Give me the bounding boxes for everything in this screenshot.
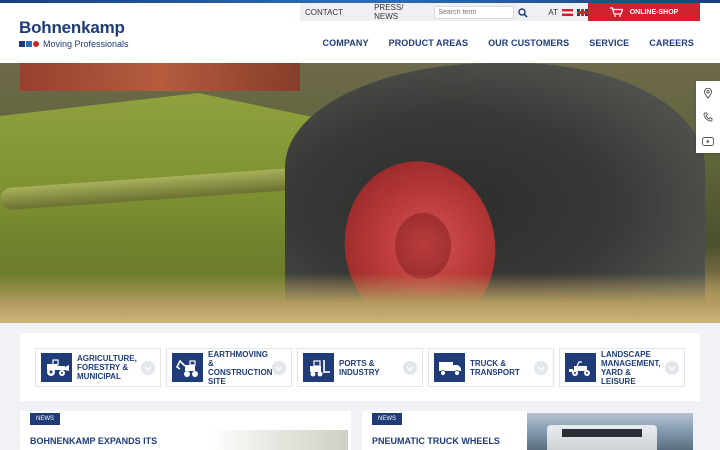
brand-tagline: Moving Professionals — [43, 39, 129, 49]
nav-careers[interactable]: CAREERS — [649, 38, 694, 48]
news-badge: NEWS — [30, 413, 60, 425]
contact-link[interactable]: CONTACT — [305, 8, 343, 17]
side-toolbar — [696, 81, 720, 153]
chevron-down-icon — [665, 361, 679, 375]
chevron-down-icon — [272, 361, 286, 375]
chevron-down-icon — [403, 361, 417, 375]
location-pin-icon[interactable] — [696, 81, 720, 105]
category-label: PORTS & INDUSTRY — [339, 358, 380, 377]
news-card[interactable]: NEWS PNEUMATIC TRUCK WHEELS — [362, 411, 527, 450]
logo-square — [26, 41, 32, 47]
news-card[interactable]: NEWS BOHNENKAMP EXPANDS ITS — [20, 411, 351, 450]
hero-rim-center — [395, 213, 451, 279]
main-nav: COMPANY PRODUCT AREAS OUR CUSTOMERS SERV… — [303, 38, 694, 48]
category-label: AGRICULTURE, FORESTRY & MUNICIPAL — [77, 354, 137, 381]
forklift-icon — [303, 353, 334, 382]
site-header: Bohnenkamp Moving Professionals CONTACT … — [0, 3, 720, 63]
truck-icon — [434, 353, 465, 382]
category-label: TRUCK & TRANSPORT — [470, 358, 520, 377]
hero-image-harvester-tire — [0, 63, 720, 323]
utility-bar: CONTACT PRESS/ NEWS AT — [300, 3, 588, 21]
category-agriculture[interactable]: AGRICULTURE, FORESTRY & MUNICIPAL — [35, 348, 161, 387]
tractor-icon — [41, 353, 72, 382]
category-truck-transport[interactable]: TRUCK & TRANSPORT — [428, 348, 554, 387]
language-switcher: AT — [548, 8, 588, 17]
category-earthmoving[interactable]: EARTHMOVING & CONSTRUCTION SITE — [166, 348, 292, 387]
logo-square — [19, 41, 25, 47]
phone-icon[interactable] — [696, 105, 720, 129]
category-label: EARTHMOVING & CONSTRUCTION SITE — [208, 349, 273, 386]
category-landscape[interactable]: LANDSCAPE MANAGEMENT, YARD & LEISURE — [559, 348, 685, 387]
nav-service[interactable]: SERVICE — [589, 38, 629, 48]
truck-windshield — [562, 429, 642, 437]
lawn-tractor-icon — [565, 353, 596, 382]
brand-logo[interactable]: Bohnenkamp Moving Professionals — [19, 19, 129, 49]
austria-flag-icon[interactable] — [562, 8, 573, 16]
chevron-down-icon — [141, 361, 155, 375]
nav-our-customers[interactable]: OUR CUSTOMERS — [488, 38, 569, 48]
search-icon[interactable] — [518, 7, 528, 18]
news-title[interactable]: PNEUMATIC TRUCK WHEELS — [372, 436, 500, 446]
nav-product-areas[interactable]: PRODUCT AREAS — [389, 38, 468, 48]
youtube-icon[interactable] — [696, 129, 720, 153]
online-shop-button[interactable]: ONLINE-SHOP — [588, 3, 700, 21]
news-title[interactable]: BOHNENKAMP EXPANDS ITS — [30, 436, 157, 446]
hero-field — [0, 273, 720, 323]
uk-flag-icon[interactable] — [577, 8, 588, 16]
category-label: LANDSCAPE MANAGEMENT, YARD & LEISURE — [601, 349, 661, 386]
excavator-icon — [172, 353, 203, 382]
logo-dot — [33, 41, 39, 47]
search-box — [434, 5, 528, 19]
cart-icon — [609, 7, 623, 17]
nav-company[interactable]: COMPANY — [323, 38, 369, 48]
online-shop-label: ONLINE-SHOP — [629, 8, 679, 16]
news-image — [208, 430, 348, 450]
chevron-down-icon — [534, 361, 548, 375]
category-ports-industry[interactable]: PORTS & INDUSTRY — [297, 348, 423, 387]
brand-tagline-row: Moving Professionals — [19, 39, 129, 49]
news-badge: NEWS — [372, 413, 402, 425]
country-code[interactable]: AT — [548, 8, 558, 17]
product-areas-panel: AGRICULTURE, FORESTRY & MUNICIPAL EARTHM… — [20, 333, 700, 401]
search-input[interactable] — [435, 6, 514, 18]
brand-name: Bohnenkamp — [19, 18, 125, 37]
hero-machine-part — [20, 63, 300, 91]
press-news-link[interactable]: PRESS/ NEWS — [374, 3, 416, 21]
news-image-truck — [527, 413, 693, 450]
